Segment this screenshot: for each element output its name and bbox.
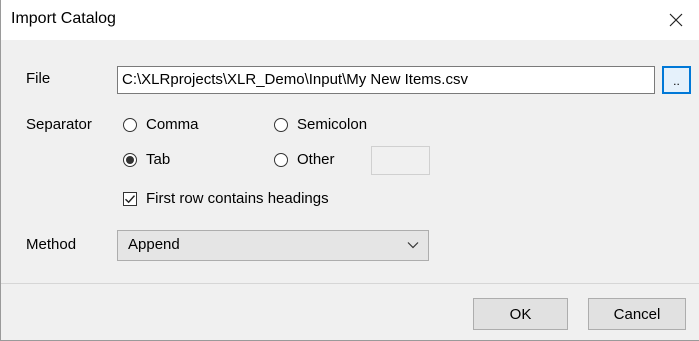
- file-label: File: [26, 70, 51, 87]
- radio-tab-label: Tab: [146, 151, 171, 168]
- browse-button[interactable]: ..: [662, 66, 691, 94]
- method-select[interactable]: Append: [117, 230, 429, 261]
- import-catalog-dialog: Import Catalog File C:\XLRprojects\XLR_D…: [0, 0, 699, 341]
- radio-semicolon-circle[interactable]: [274, 117, 288, 132]
- close-icon: [669, 13, 683, 27]
- radio-semicolon[interactable]: Semicolon: [274, 116, 367, 133]
- radio-semicolon-label: Semicolon: [297, 116, 368, 133]
- radio-other-circle[interactable]: [274, 152, 288, 167]
- chevron-down-icon: [407, 242, 419, 249]
- headings-checkbox-label: First row contains headings: [146, 190, 329, 207]
- headings-checkbox-row[interactable]: First row contains headings: [123, 190, 329, 207]
- close-button[interactable]: [653, 0, 699, 40]
- title-bar: Import Catalog: [1, 0, 699, 40]
- radio-tab[interactable]: Tab: [123, 151, 170, 168]
- other-separator-input[interactable]: [371, 146, 430, 175]
- radio-tab-circle[interactable]: [123, 152, 137, 167]
- ok-button-label: OK: [509, 305, 532, 323]
- ok-button[interactable]: OK: [473, 298, 568, 330]
- radio-other[interactable]: Other: [274, 151, 335, 168]
- window-title: Import Catalog: [11, 10, 116, 27]
- radio-other-label: Other: [297, 151, 335, 168]
- browse-button-label: ..: [673, 74, 680, 88]
- radio-comma-label: Comma: [146, 116, 199, 133]
- cancel-button[interactable]: Cancel: [588, 298, 686, 330]
- separator-label: Separator: [26, 116, 92, 133]
- cancel-button-label: Cancel: [613, 305, 661, 323]
- method-selected-value: Append: [128, 236, 180, 253]
- method-label: Method: [26, 236, 77, 253]
- footer-divider: [1, 283, 699, 284]
- file-path-input[interactable]: C:\XLRprojects\XLR_Demo\Input\My New Ite…: [117, 66, 655, 94]
- radio-comma[interactable]: Comma: [123, 116, 199, 133]
- checkmark-icon: [125, 194, 136, 203]
- radio-comma-circle[interactable]: [123, 117, 137, 132]
- headings-checkbox[interactable]: [123, 191, 137, 206]
